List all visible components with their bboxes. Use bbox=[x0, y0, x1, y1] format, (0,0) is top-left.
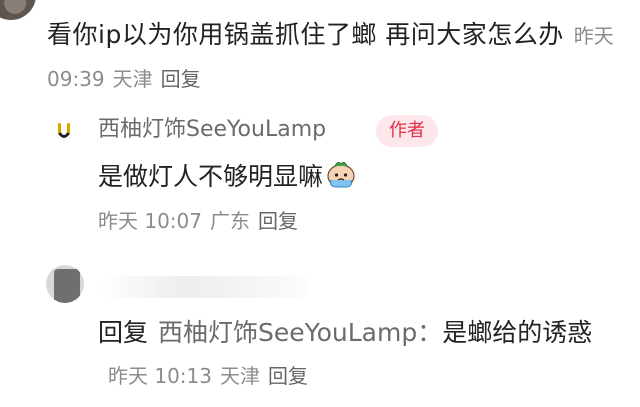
reply-1-meta: 昨天 10:07 广东 回复 bbox=[98, 206, 298, 236]
reply-2-mention[interactable]: 西柚灯饰SeeYouLamp： bbox=[158, 318, 442, 347]
reply-1-location: 广东 bbox=[210, 209, 250, 233]
reply-1-time: 昨天 10:07 bbox=[98, 209, 202, 233]
crying-emoji-icon bbox=[327, 161, 355, 188]
author-badge: 作者 bbox=[376, 115, 438, 147]
reply-1-username[interactable]: 西柚灯饰SeeYouLamp bbox=[98, 113, 326, 147]
comment-1-location: 天津 bbox=[112, 67, 153, 91]
comment-1-text: 看你ip以为你用锅盖抓住了螂 再问大家怎么办 bbox=[47, 20, 564, 49]
reply-1-text: 是做灯人不够明显嘛 bbox=[98, 162, 324, 191]
reply-2-prefix: 回复 bbox=[98, 318, 149, 347]
commenter-avatar[interactable] bbox=[0, 0, 36, 20]
reply-2-text: 是螂给的诱惑 bbox=[442, 318, 593, 347]
reply-2-username-blurred bbox=[100, 276, 310, 298]
reply-2-time: 昨天 10:13 bbox=[108, 364, 212, 388]
comment-1-reply-button[interactable]: 回复 bbox=[161, 67, 201, 91]
brand-logo-icon[interactable] bbox=[57, 121, 71, 139]
reply-1-reply-button[interactable]: 回复 bbox=[258, 209, 298, 233]
reply-2-location: 天津 bbox=[220, 364, 260, 388]
comment-1: 看你ip以为你用锅盖抓住了螂 再问大家怎么办 昨天 09:39 天津 回复 bbox=[47, 14, 617, 100]
reply-2: 回复 西柚灯饰SeeYouLamp：是螂给的诱惑昨天 10:13 天津 回复 bbox=[98, 312, 598, 397]
reply-1: 是做灯人不够明显嘛 bbox=[98, 157, 357, 197]
reply-2-meta: 昨天 10:13 天津 回复 bbox=[108, 364, 308, 388]
reply-2-reply-button[interactable]: 回复 bbox=[268, 364, 308, 388]
reply-2-avatar[interactable] bbox=[46, 265, 84, 303]
